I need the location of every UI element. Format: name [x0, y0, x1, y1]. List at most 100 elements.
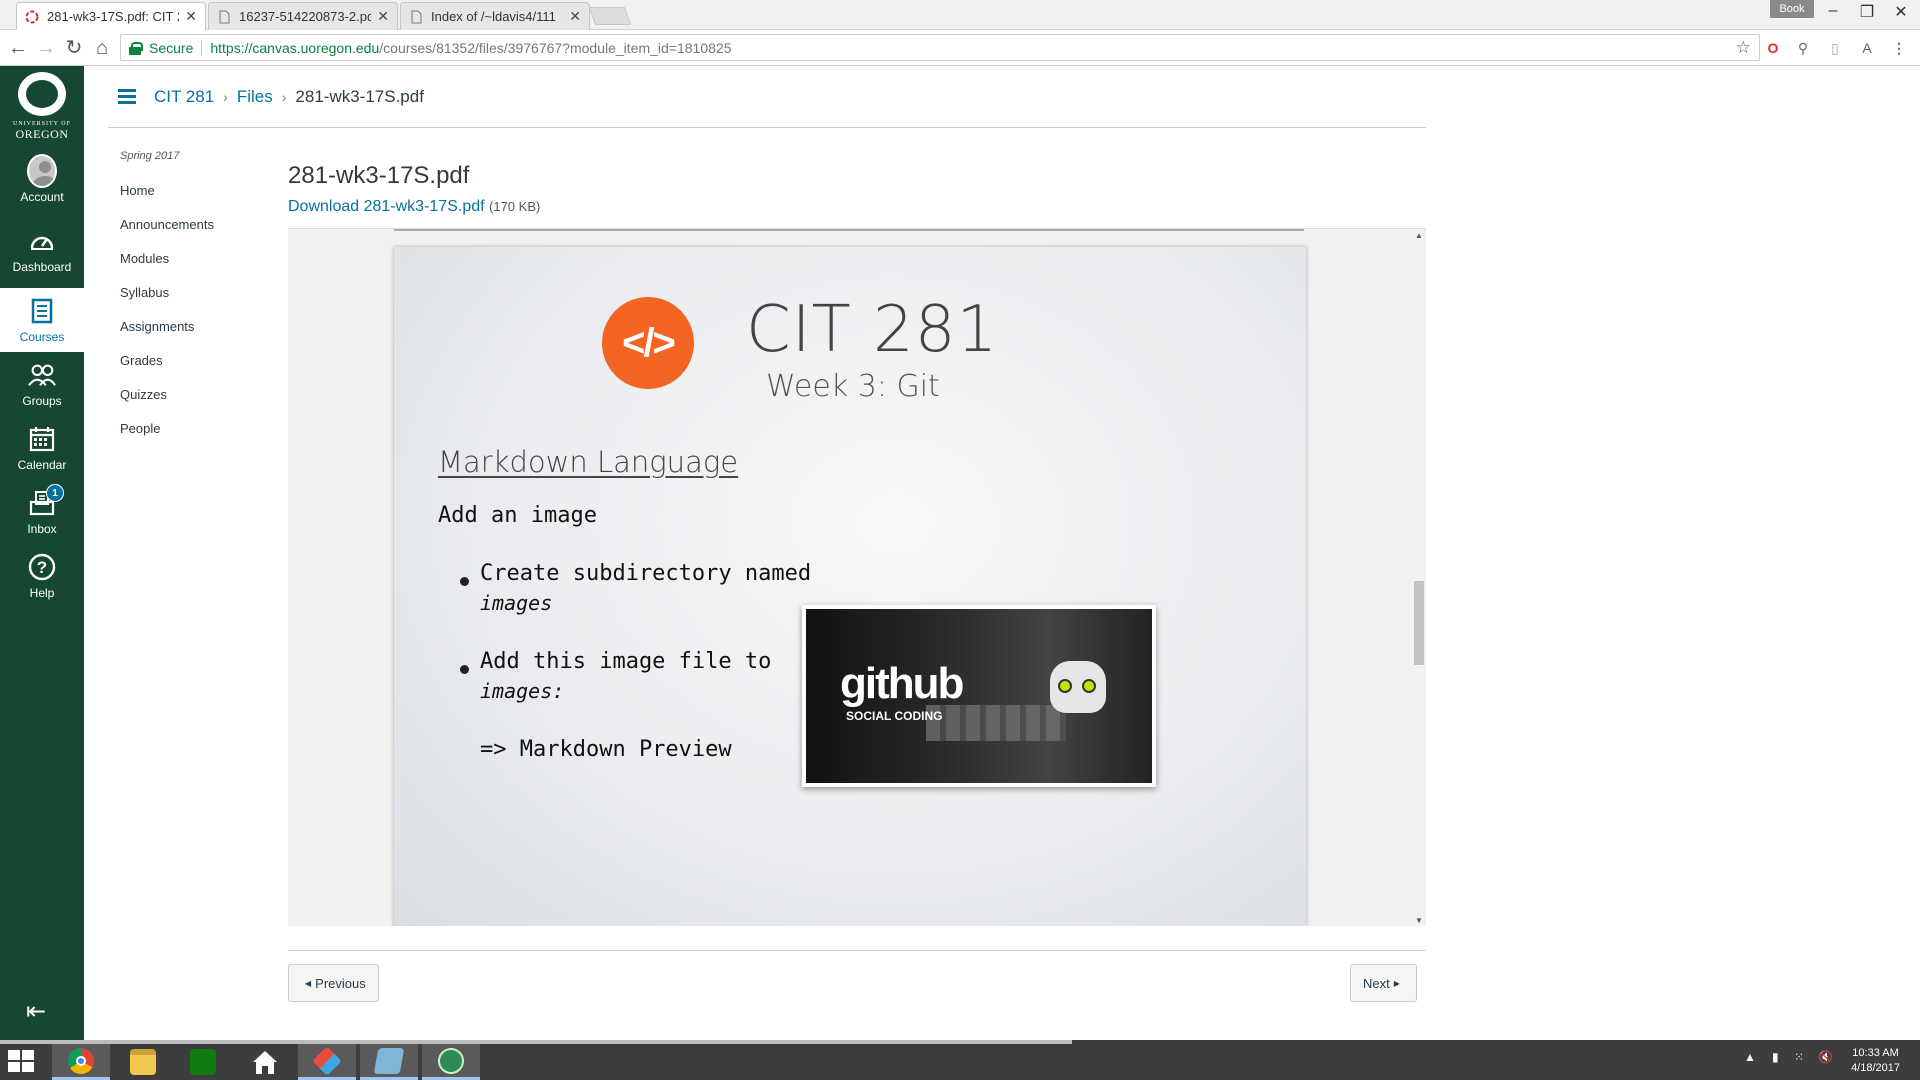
course-navigation: Spring 2017 Home Announcements Modules S…	[108, 150, 288, 456]
nav-groups[interactable]: Groups	[0, 352, 84, 416]
course-nav-announcements[interactable]: Announcements	[120, 218, 288, 252]
close-icon[interactable]: ✕	[377, 8, 389, 25]
divider	[201, 39, 203, 56]
viewer-scrollbar[interactable]: ▲ ▼	[1412, 229, 1426, 926]
breadcrumb-files[interactable]: Files	[237, 87, 273, 107]
store-taskbar-icon[interactable]	[174, 1044, 232, 1080]
show-hidden-icons-icon[interactable]: ▲	[1744, 1050, 1756, 1064]
page-divider	[394, 229, 1304, 231]
browser-tab-bar: 281-wk3-17S.pdf: CIT 28 ✕ 16237-51422087…	[0, 0, 1920, 30]
university-logo[interactable]: UNIVERSITY OF OREGON	[0, 66, 84, 148]
windows-taskbar: ▲ ▮ ⁙ 🔇 10:33 AM 4/18/2017	[0, 1040, 1920, 1080]
svg-text:?: ?	[37, 558, 47, 577]
course-nav-home[interactable]: Home	[120, 184, 288, 218]
course-nav-quizzes[interactable]: Quizzes	[120, 388, 288, 422]
previous-button[interactable]: ◀ Previous	[288, 964, 379, 1002]
scroll-down-icon[interactable]: ▼	[1415, 916, 1423, 925]
clock-time: 10:33 AM	[1852, 1047, 1899, 1059]
reload-icon[interactable]: ↻	[62, 37, 86, 59]
breadcrumb: CIT 281 › Files › 281-wk3-17S.pdf	[108, 66, 1426, 128]
caret-right-icon: ▶	[1393, 978, 1400, 988]
slide-heading: Markdown Language	[438, 445, 739, 479]
menu-kebab-icon[interactable]: ⋮	[1890, 39, 1908, 57]
document-icon	[411, 10, 422, 23]
close-icon[interactable]: ✕	[185, 8, 197, 25]
horizontal-scrollbar[interactable]	[0, 1040, 1072, 1044]
browser-tab[interactable]: 16237-514220873-2.pdf ✕	[208, 2, 398, 30]
inbox-unread-badge: 1	[46, 484, 64, 502]
document-icon	[219, 10, 230, 23]
browser-tab[interactable]: Index of /~ldavis4/111 ✕	[400, 2, 590, 30]
close-icon[interactable]: ✕	[569, 8, 581, 25]
wifi-icon[interactable]: ⁙	[1794, 1050, 1804, 1064]
next-label: Next	[1363, 975, 1390, 991]
course-nav-grades[interactable]: Grades	[120, 354, 288, 388]
back-icon[interactable]: ←	[6, 37, 30, 59]
zoom-extension-icon[interactable]: ⚲	[1794, 39, 1812, 57]
chrome-taskbar-icon[interactable]	[52, 1044, 110, 1080]
address-bar: ← → ↻ ⌂ Secure https://canvas.uoregon.ed…	[0, 30, 1920, 66]
profile-badge[interactable]: Book	[1770, 0, 1814, 18]
home-taskbar-icon[interactable]	[236, 1044, 294, 1080]
slide-title: CIT 281	[746, 293, 999, 367]
calendar-icon	[27, 424, 57, 454]
slide-subtitle: Week 3: Git	[766, 369, 940, 404]
course-nav-assignments[interactable]: Assignments	[120, 320, 288, 354]
next-button[interactable]: Next ▶	[1350, 964, 1417, 1002]
page-title: 281-wk3-17S.pdf	[288, 162, 470, 189]
course-nav-people[interactable]: People	[120, 422, 288, 456]
chevron-right-icon: ›	[223, 88, 228, 105]
new-tab-button[interactable]	[588, 7, 632, 25]
nav-account[interactable]: Account	[0, 148, 84, 212]
editor-taskbar-icon[interactable]	[360, 1044, 418, 1080]
opera-extension-icon[interactable]: O	[1764, 39, 1782, 57]
collapse-nav-icon[interactable]: ⇤	[26, 997, 46, 1026]
atom-taskbar-icon[interactable]	[422, 1044, 480, 1080]
nav-calendar[interactable]: Calendar	[0, 416, 84, 480]
battery-icon[interactable]: ▮	[1772, 1050, 1779, 1064]
course-menu-toggle-icon[interactable]	[118, 86, 136, 107]
breadcrumb-course[interactable]: CIT 281	[154, 87, 214, 107]
home-icon[interactable]: ⌂	[90, 37, 114, 59]
bullet-2-line-1: Add this image file to	[480, 649, 772, 674]
extension-icon[interactable]: ▯	[1826, 39, 1844, 57]
browser-tab-active[interactable]: 281-wk3-17S.pdf: CIT 28 ✕	[16, 2, 206, 30]
courses-icon	[27, 296, 57, 326]
restore-icon[interactable]: ❐	[1852, 2, 1882, 22]
nav-help[interactable]: ? Help	[0, 544, 84, 608]
oregon-o-icon	[18, 72, 66, 116]
download-link[interactable]: Download 281-wk3-17S.pdf	[288, 198, 485, 215]
windows-start-icon[interactable]	[8, 1050, 34, 1072]
translate-extension-icon[interactable]: A	[1858, 39, 1876, 57]
volume-muted-icon[interactable]: 🔇	[1818, 1050, 1833, 1064]
github-image: github SOCIAL CODING	[802, 605, 1156, 787]
close-window-icon[interactable]: ✕	[1886, 2, 1916, 22]
course-nav-modules[interactable]: Modules	[120, 252, 288, 286]
nav-label: Dashboard	[12, 260, 72, 274]
groups-icon	[27, 360, 57, 390]
nav-courses[interactable]: Courses	[0, 288, 84, 352]
tab-title: 16237-514220873-2.pdf	[239, 9, 372, 24]
chevron-right-icon: ›	[281, 88, 287, 105]
course-nav-syllabus[interactable]: Syllabus	[120, 286, 288, 320]
bookmark-star-icon[interactable]: ☆	[1736, 38, 1751, 58]
scroll-thumb[interactable]	[1414, 581, 1424, 665]
git-app-taskbar-icon[interactable]	[298, 1044, 356, 1080]
minimize-icon[interactable]: –	[1818, 2, 1848, 20]
divider	[288, 950, 1426, 951]
bullet-1-line-1: Create subdirectory named	[480, 561, 812, 586]
file-explorer-taskbar-icon[interactable]	[114, 1044, 172, 1080]
forward-icon[interactable]: →	[34, 37, 58, 59]
scroll-up-icon[interactable]: ▲	[1415, 231, 1423, 240]
help-icon: ?	[27, 552, 57, 582]
url-input[interactable]: Secure https://canvas.uoregon.edu/course…	[120, 34, 1760, 61]
nav-inbox[interactable]: 1 Inbox	[0, 480, 84, 544]
tab-title: Index of /~ldavis4/111	[431, 9, 556, 24]
octocat-row-graphic	[926, 705, 1066, 741]
code-brackets-icon: </>	[602, 297, 694, 389]
nav-dashboard[interactable]: Dashboard	[0, 218, 84, 282]
system-clock[interactable]: 10:33 AM 4/18/2017	[1851, 1046, 1900, 1076]
nav-label: Account	[20, 190, 64, 204]
pdf-viewer[interactable]: </> CIT 281 Week 3: Git Markdown Languag…	[288, 228, 1426, 926]
url-path: /courses/81352/files/3976767?module_item…	[379, 39, 732, 56]
